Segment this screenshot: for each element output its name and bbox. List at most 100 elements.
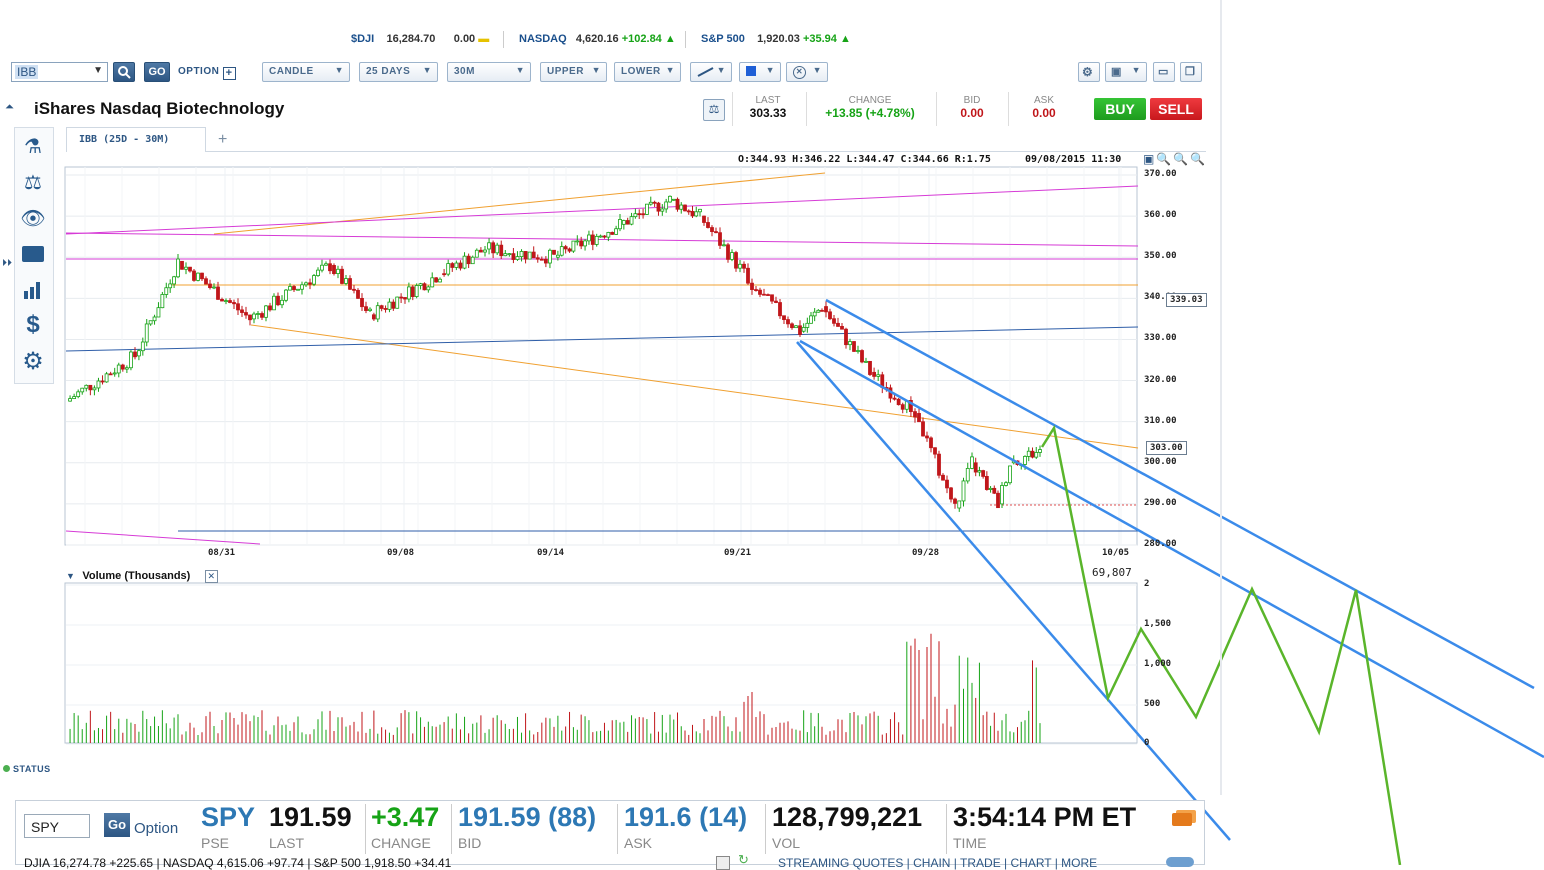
- candle-body: [633, 213, 638, 218]
- candle-body: [840, 326, 844, 330]
- candle-body: [794, 325, 798, 329]
- candle-body: [458, 262, 463, 269]
- candle-body: [133, 351, 137, 358]
- quote-option-link[interactable]: Option: [134, 820, 178, 837]
- candle-body: [812, 311, 817, 317]
- price-pane: [64, 166, 1138, 546]
- y-tick-label: 280.00: [1144, 539, 1177, 549]
- candle-body: [72, 396, 77, 399]
- candle-body: [422, 283, 427, 291]
- candle-body: [479, 249, 483, 253]
- candle-body: [1023, 456, 1027, 465]
- candle-body: [137, 350, 141, 357]
- candle-body: [892, 397, 897, 400]
- candle-body: [438, 278, 442, 283]
- candle-body: [466, 255, 471, 265]
- price-tag-value: 339.03: [1170, 295, 1203, 305]
- volume-bars: [69, 633, 1041, 743]
- candle-body: [284, 289, 288, 301]
- volume-header: ▼ Volume (Thousands) ✕: [66, 566, 218, 583]
- candle-body: [965, 467, 970, 482]
- candle-body: [746, 267, 750, 284]
- candle-body: [996, 492, 1000, 509]
- candle-body: [454, 262, 459, 268]
- candle-body: [68, 398, 72, 402]
- quote-change: +3.47: [371, 802, 440, 832]
- candle-body: [224, 300, 228, 302]
- candle-body: [824, 306, 828, 313]
- quote-last-label: LAST: [269, 835, 305, 851]
- candle-body: [762, 293, 766, 296]
- candle-body: [292, 286, 296, 291]
- candle-body: [984, 476, 989, 490]
- checkbox[interactable]: [716, 856, 730, 870]
- candle-body: [921, 421, 925, 437]
- candle-body: [232, 302, 236, 305]
- trendline-magenta-2: [65, 232, 1139, 247]
- candle-body: [594, 235, 599, 245]
- candle-body: [836, 322, 840, 327]
- candle-body: [714, 231, 718, 234]
- candle-body: [212, 286, 216, 289]
- price-chart[interactable]: [0, 0, 1544, 865]
- candle-body: [84, 384, 89, 389]
- candle-body: [637, 213, 642, 216]
- quote-links[interactable]: STREAMING QUOTES | CHAIN | TRADE | CHART…: [778, 856, 1097, 870]
- candle-body: [913, 411, 917, 418]
- volume-title: Volume (Thousands): [82, 570, 191, 582]
- candle-body: [124, 367, 129, 370]
- bottom-ticker-strip: DJIA 16,274.78 +225.65 | NASDAQ 4,615.06…: [24, 856, 452, 870]
- y-tick-label: 330.00: [1144, 333, 1177, 344]
- candle-body: [324, 263, 328, 266]
- candle-body: [945, 479, 949, 489]
- candle-body: [296, 288, 300, 291]
- candle-body: [280, 299, 284, 306]
- candle-body: [304, 282, 308, 286]
- candle-body: [571, 240, 576, 252]
- quote-symbol-input[interactable]: SPY: [24, 814, 90, 838]
- candle-body: [970, 456, 974, 469]
- status-dot-icon: [3, 765, 10, 772]
- quote-go-button[interactable]: Go: [104, 813, 130, 837]
- status-indicator[interactable]: STATUS: [3, 764, 51, 774]
- quote-volume-label: VOL: [772, 835, 801, 851]
- candle-body: [606, 232, 611, 238]
- candle-body: [450, 263, 455, 268]
- candle-body: [973, 462, 978, 473]
- candle-body: [656, 202, 661, 212]
- candle-body: [332, 265, 336, 274]
- volume-tick-label: 0: [1144, 738, 1150, 748]
- news-icon[interactable]: [1172, 810, 1196, 826]
- candle-body: [1000, 485, 1004, 505]
- divider: [451, 804, 452, 854]
- close-icon[interactable]: ✕: [204, 570, 218, 583]
- candle-body: [418, 283, 423, 286]
- chevron-down-icon[interactable]: ▼: [66, 571, 75, 581]
- expand-button[interactable]: [1166, 857, 1194, 867]
- candle-body: [88, 384, 93, 391]
- candle-body: [742, 263, 746, 269]
- y-tick-label: 310.00: [1144, 415, 1177, 426]
- candle-body: [679, 204, 684, 210]
- candle-body: [531, 251, 536, 259]
- refresh-icon[interactable]: ↻: [738, 852, 749, 868]
- candle-body: [683, 204, 687, 212]
- candle-body: [645, 203, 649, 215]
- candle-body: [917, 413, 921, 423]
- candle-body: [264, 305, 268, 318]
- candle-body: [156, 307, 161, 318]
- candle-body: [100, 380, 105, 383]
- candle-body: [801, 327, 806, 332]
- candle-body: [706, 222, 710, 228]
- quote-symbol-value: SPY: [31, 819, 60, 835]
- candle-body: [144, 323, 149, 343]
- y-tick-label: 320.00: [1144, 374, 1177, 385]
- divider: [765, 804, 766, 854]
- trendline-magenta-4: [65, 530, 261, 545]
- candle-body: [244, 312, 248, 316]
- candle-body: [236, 303, 240, 311]
- candle-body: [900, 404, 905, 410]
- candle-body: [664, 201, 669, 210]
- candle-body: [188, 266, 192, 272]
- candle-body: [621, 220, 626, 225]
